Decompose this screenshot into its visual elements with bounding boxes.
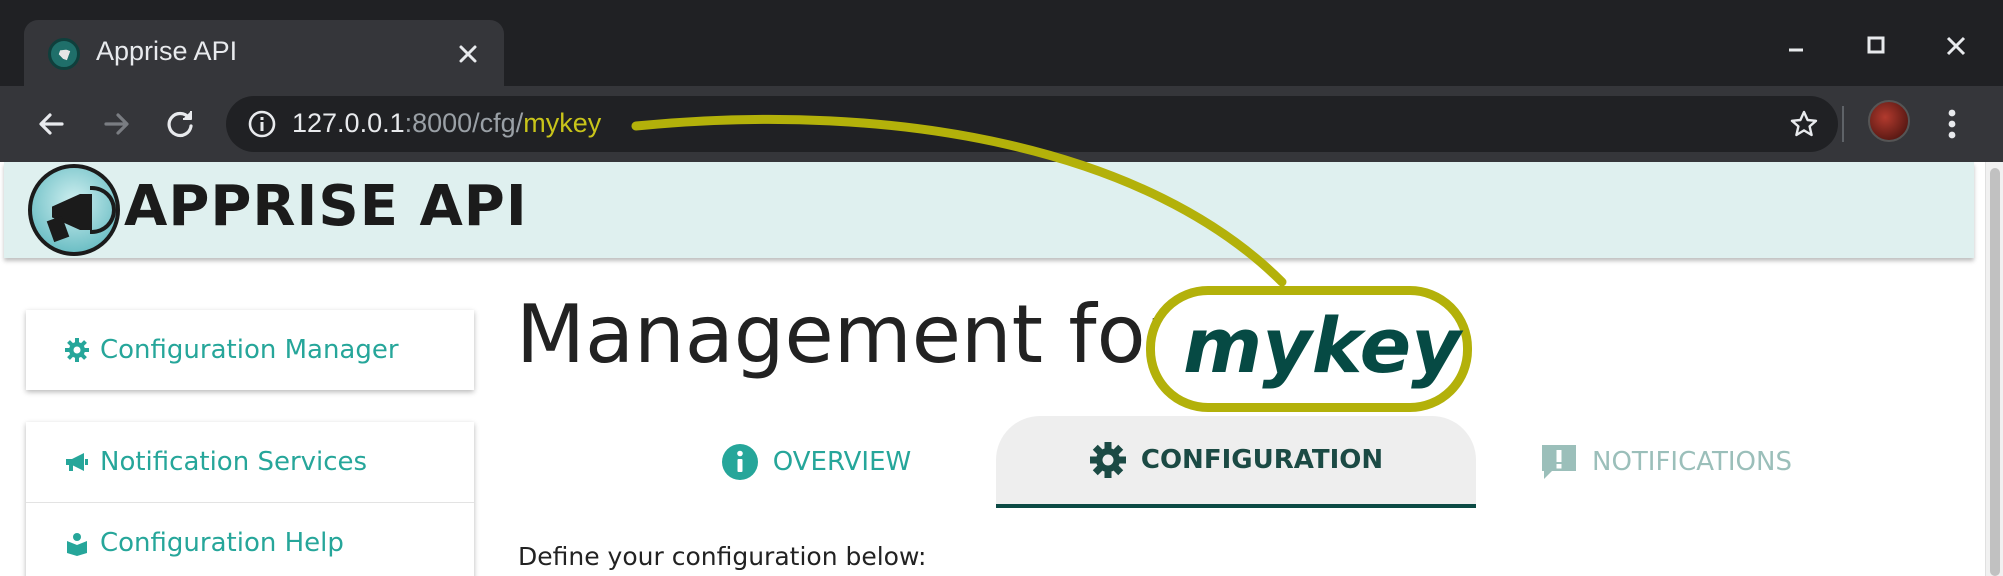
tab-label: OVERVIEW <box>772 447 912 477</box>
browser-toolbar: 127.0.0.1:8000/cfg/mykey <box>0 86 2003 162</box>
config-instruction-text: Define your configuration below: <box>518 542 927 571</box>
sidebar-card-config-manager: Configuration Manager <box>26 310 474 390</box>
tab-notifications[interactable]: NOTIFICATIONS <box>1516 416 1816 508</box>
sidebar-card-links: Notification Services Configuration Help <box>26 422 474 576</box>
bookmark-star-icon[interactable] <box>1788 108 1820 140</box>
config-key-highlight: mykey <box>1146 286 1472 412</box>
sidebar-item-configuration-manager[interactable]: Configuration Manager <box>26 310 474 390</box>
site-info-icon[interactable] <box>246 108 278 140</box>
url-key: mykey <box>523 108 602 138</box>
sidebar-item-label: Notification Services <box>100 447 368 477</box>
sidebar-item-configuration-help[interactable]: Configuration Help <box>26 502 474 576</box>
browser-tab-title: Apprise API <box>96 36 238 66</box>
config-tabs: OVERVIEW CONFIGURATION NOTIFICATIONS <box>516 416 1956 508</box>
config-key: mykey <box>1183 301 1461 390</box>
browser-tab-apprise-api[interactable]: Apprise API <box>24 20 504 88</box>
tab-overview[interactable]: OVERVIEW <box>666 416 966 508</box>
browser-tabstrip: Apprise API <box>0 0 2003 88</box>
tab-label: CONFIGURATION <box>1140 445 1384 475</box>
apprise-logo-megaphone-icon[interactable] <box>28 164 120 256</box>
sidebar-item-label: Configuration Manager <box>100 335 399 365</box>
book-icon <box>67 532 87 556</box>
page-scrollbar[interactable] <box>1985 162 2003 576</box>
scrollbar-thumb[interactable] <box>1990 168 2000 576</box>
page-title: Management for: <box>516 288 1204 381</box>
gear-icon <box>1089 442 1126 478</box>
sidebar-item-notification-services[interactable]: Notification Services <box>26 422 474 502</box>
maximize-window-icon[interactable] <box>1856 28 1896 68</box>
reload-icon[interactable] <box>158 102 202 146</box>
page-content: APPRISE API Configuration Manager Notifi… <box>0 162 2003 576</box>
alert-comment-icon <box>1542 445 1576 479</box>
info-icon <box>721 444 758 480</box>
url-text[interactable]: 127.0.0.1:8000/cfg/mykey <box>292 108 601 139</box>
app-header: APPRISE API <box>4 162 1974 258</box>
profile-avatar[interactable] <box>1868 100 1910 142</box>
forward-arrow-icon[interactable] <box>94 102 138 146</box>
gear-icon <box>65 338 89 362</box>
browser-menu-icon[interactable] <box>1934 102 1970 146</box>
tab-configuration[interactable]: CONFIGURATION <box>996 416 1476 508</box>
url-host: 127.0.0.1 <box>292 108 405 138</box>
address-bar[interactable]: 127.0.0.1:8000/cfg/mykey <box>226 96 1838 152</box>
apprise-favicon-icon <box>48 38 80 70</box>
back-arrow-icon[interactable] <box>30 102 74 146</box>
sidebar-item-label: Configuration Help <box>100 527 344 558</box>
app-title[interactable]: APPRISE API <box>124 174 528 239</box>
url-path: :8000/cfg/ <box>404 108 524 138</box>
close-window-icon[interactable] <box>1936 28 1976 68</box>
tab-label: NOTIFICATIONS <box>1592 447 1792 477</box>
minimize-window-icon[interactable] <box>1776 28 1816 68</box>
close-tab-icon[interactable] <box>452 38 484 70</box>
megaphone-icon <box>66 453 88 471</box>
toolbar-divider <box>1842 106 1844 142</box>
